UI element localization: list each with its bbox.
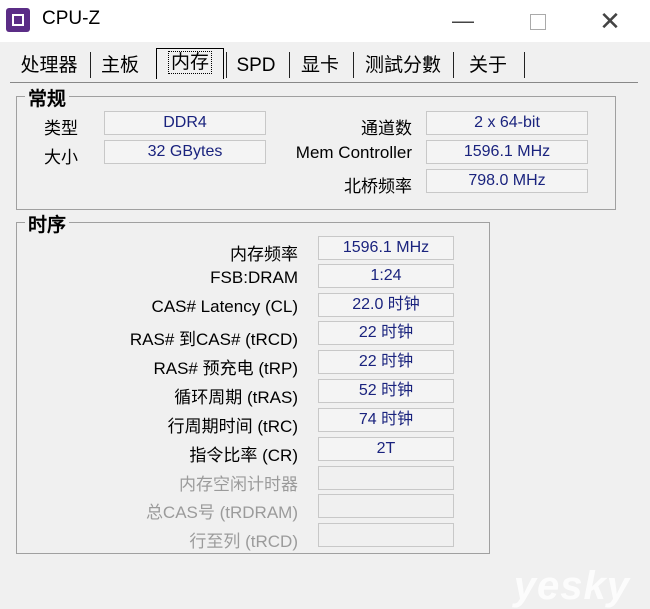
timing-label-fsb-dram: FSB:DRAM [210,268,298,287]
tab-graphics[interactable]: 显卡 [294,52,346,80]
maximize-button[interactable] [518,6,558,36]
tab-mainboard[interactable]: 主板 [94,52,146,80]
general-group-title: 常规 [25,84,70,111]
tab-bench[interactable]: 测試分數 [358,52,448,80]
timing-value-trp: 22 时钟 [318,350,454,374]
timing-label-row-to-column: 行至列 (tRCD) [189,532,298,551]
mem-controller-label: Mem Controller [295,143,412,162]
cpu-z-app-icon [6,8,30,32]
yesky-watermark: yesky [513,564,630,608]
size-value: 32 GBytes [104,140,266,164]
timing-value-fsb-dram: 1:24 [318,264,454,288]
channels-label: 通道数 [361,119,412,138]
timing-value-command-rate: 2T [318,437,454,461]
maximize-icon [530,14,546,30]
timing-label-dram-frequency: 内存频率 [230,245,298,264]
timing-value-trc: 74 时钟 [318,408,454,432]
timing-label-cas-latency: CAS# Latency (CL) [151,297,298,316]
tab-cpu[interactable]: 处理器 [14,52,84,80]
size-label: 大小 [44,148,78,167]
timing-label-trp: RAS# 预充电 (tRP) [153,359,298,378]
nb-frequency-value: 798.0 MHz [426,169,588,193]
tab-strip: 处理器 主板 内存 SPD 显卡 测試分數 关于 [10,48,640,82]
timing-value-trcd: 22 时钟 [318,321,454,345]
tab-divider [10,82,638,83]
timing-label-tras: 循环周期 (tRAS) [174,388,298,407]
timing-label-trc: 行周期时间 (tRC) [167,417,298,436]
timing-value-tras: 52 时钟 [318,379,454,403]
window-title: CPU-Z [42,8,101,29]
title-bar[interactable]: CPU-Z — ✕ [0,0,650,42]
tab-about[interactable]: 关于 [458,52,518,80]
timing-label-command-rate: 指令比率 (CR) [189,446,298,465]
type-value: DDR4 [104,111,266,135]
timing-label-dram-idle-timer: 内存空闲计时器 [179,475,298,494]
timing-value-dram-frequency: 1596.1 MHz [318,236,454,260]
tab-memory-label: 内存 [167,51,212,74]
type-label: 类型 [44,119,78,138]
timing-value-dram-idle-timer [318,466,454,490]
minimize-button[interactable]: — [443,6,483,36]
timing-value-row-to-column [318,523,454,547]
timing-label-trdram: 总CAS号 (tRDRAM) [145,503,298,522]
close-button[interactable]: ✕ [590,6,630,36]
timing-value-cas-latency: 22.0 时钟 [318,293,454,317]
mem-controller-value: 1596.1 MHz [426,140,588,164]
timings-group-title: 时序 [25,210,70,237]
tab-spd[interactable]: SPD [230,52,282,80]
nb-frequency-label: 北桥频率 [344,177,412,196]
channels-value: 2 x 64-bit [426,111,588,135]
timing-value-trdram [318,494,454,518]
timing-label-trcd: RAS# 到CAS# (tRCD) [129,330,298,349]
tab-memory[interactable]: 内存 [156,48,224,79]
